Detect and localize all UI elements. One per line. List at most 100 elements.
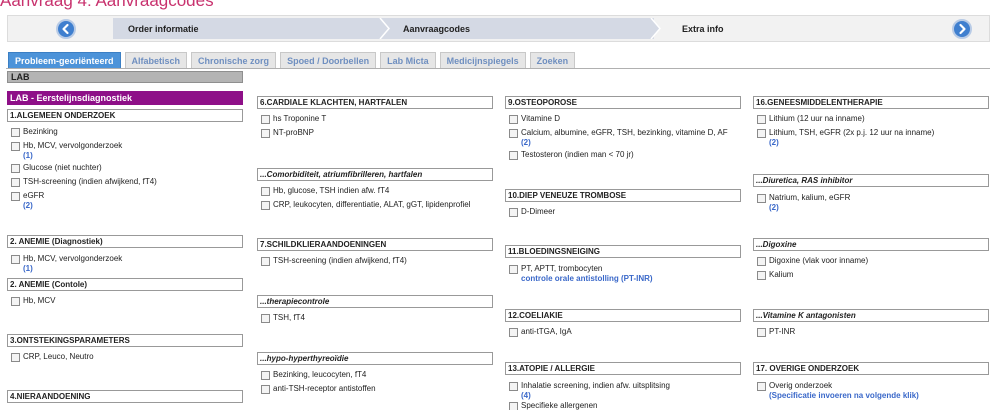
- test-checkbox-item[interactable]: Kalium: [757, 270, 793, 280]
- checkbox[interactable]: [261, 314, 270, 323]
- count-link[interactable]: (2): [769, 138, 934, 147]
- checkbox[interactable]: [11, 255, 20, 264]
- checkbox[interactable]: [11, 178, 20, 187]
- checkbox[interactable]: [757, 129, 766, 138]
- section-header: 12.COELIAKIE: [505, 309, 741, 322]
- test-checkbox-item[interactable]: Natrium, kalium, eGFR (2): [757, 193, 850, 212]
- checkbox[interactable]: [757, 271, 766, 280]
- checkbox[interactable]: [757, 328, 766, 337]
- test-checkbox-item[interactable]: Lithium (12 uur na inname): [757, 114, 865, 124]
- test-checkbox-item[interactable]: Glucose (niet nuchter): [11, 163, 102, 173]
- tab-chronische-zorg[interactable]: Chronische zorg: [191, 52, 277, 68]
- test-checkbox-item[interactable]: CRP, leukocyten, differentiatie, ALAT, g…: [261, 200, 470, 210]
- test-checkbox-item[interactable]: Calcium, albumine, eGFR, TSH, bezinking,…: [509, 128, 728, 147]
- wizard-step-extra-info[interactable]: Extra info: [654, 18, 973, 39]
- checkbox[interactable]: [11, 142, 20, 151]
- tab-medicijnspiegels[interactable]: Medicijnspiegels: [439, 52, 526, 68]
- test-checkbox-item[interactable]: Specifieke allergenen: [509, 401, 598, 410]
- section-header: 3.ONTSTEKINGSPARAMETERS: [7, 334, 243, 347]
- item-label: CRP, leukocyten, differentiatie, ALAT, g…: [273, 200, 471, 209]
- test-checkbox-item[interactable]: D-Dimeer: [509, 207, 555, 217]
- test-checkbox-item[interactable]: PT, APTT, trombocyten controle orale anti…: [509, 264, 653, 283]
- test-checkbox-item[interactable]: TSH-screening (indien afwijkend, fT4): [11, 177, 157, 187]
- test-checkbox-item[interactable]: Hb, MCV: [11, 296, 55, 306]
- checkbox[interactable]: [757, 194, 766, 203]
- checkbox[interactable]: [261, 129, 270, 138]
- test-checkbox-item[interactable]: Hb, glucose, TSH indien afw. fT4: [261, 186, 389, 196]
- tab-probleem-georienteerd[interactable]: Probleem-georiënteerd: [8, 52, 121, 68]
- checkbox[interactable]: [509, 328, 518, 337]
- checkbox[interactable]: [11, 297, 20, 306]
- checkbox[interactable]: [11, 128, 20, 137]
- test-checkbox-item[interactable]: Testosteron (indien man < 70 jr): [509, 150, 634, 160]
- checkbox[interactable]: [261, 371, 270, 380]
- wizard-step-aanvraagcodes[interactable]: Aanvraagcodes: [383, 18, 654, 39]
- test-checkbox-item[interactable]: Bezinking, leucocyten, fT4: [261, 370, 366, 380]
- count-link[interactable]: (1): [23, 151, 122, 160]
- test-checkbox-item[interactable]: Vitamine D: [509, 114, 560, 124]
- test-checkbox-item[interactable]: Hb, MCV, vervolgonderzoek (1): [11, 141, 122, 160]
- checkbox[interactable]: [261, 257, 270, 266]
- test-checkbox-item[interactable]: anti-TSH-receptor antistoffen: [261, 384, 376, 394]
- checkbox[interactable]: [509, 115, 518, 124]
- wizard-bar: Order informatie Aanvraagcodes Extra inf…: [7, 15, 990, 42]
- antistolling-link[interactable]: controle orale antistolling (PT-INR): [521, 274, 653, 283]
- checkbox[interactable]: [509, 151, 518, 160]
- count-link[interactable]: (4): [521, 391, 670, 400]
- test-checkbox-item[interactable]: Digoxine (vlak voor inname): [757, 256, 868, 266]
- checkbox[interactable]: [757, 382, 766, 391]
- test-checkbox-item[interactable]: Inhalatie screening, indien afw. uitspli…: [509, 381, 670, 400]
- item-label: Specifieke allergenen: [521, 401, 598, 410]
- tab-zoeken[interactable]: Zoeken: [529, 52, 576, 68]
- test-checkbox-item[interactable]: TSH, fT4: [261, 313, 305, 323]
- section-header: ...Diuretica, RAS inhibitor: [753, 174, 989, 187]
- count-link[interactable]: (2): [23, 201, 44, 210]
- checkbox[interactable]: [509, 402, 518, 410]
- item-label: D-Dimeer: [521, 207, 556, 216]
- tab-alfabetisch[interactable]: Alfabetisch: [124, 52, 188, 68]
- checkbox[interactable]: [509, 129, 518, 138]
- checkbox[interactable]: [11, 192, 20, 201]
- lab-header: LAB: [7, 71, 243, 83]
- item-label: Bezinking: [23, 127, 58, 136]
- checkbox[interactable]: [509, 208, 518, 217]
- section-header: 9.OSTEOPOROSE: [505, 96, 741, 109]
- test-checkbox-item[interactable]: NT-proBNP: [261, 128, 314, 138]
- specificatie-link[interactable]: (Specificatie invoeren na volgende klik): [769, 391, 919, 400]
- item-label: Bezinking, leucocyten, fT4: [273, 370, 367, 379]
- test-checkbox-item[interactable]: eGFR (2): [11, 191, 44, 210]
- arrow-right-icon[interactable]: [952, 19, 972, 39]
- checkbox[interactable]: [261, 201, 270, 210]
- count-link[interactable]: (2): [769, 203, 850, 212]
- checkbox[interactable]: [509, 382, 518, 391]
- test-checkbox-item[interactable]: Overig onderzoek (Specificatie invoeren n…: [757, 381, 919, 400]
- checkbox[interactable]: [509, 265, 518, 274]
- test-checkbox-item[interactable]: TSH-screening (indien afwijkend, fT4): [261, 256, 407, 266]
- test-checkbox-item[interactable]: anti-tTGA, IgA: [509, 327, 572, 337]
- tab-divider: [6, 68, 990, 69]
- test-checkbox-item[interactable]: CRP, Leuco, Neutro: [11, 352, 94, 362]
- tab-spoed-doorbellen[interactable]: Spoed / Doorbellen: [280, 52, 377, 68]
- checkbox[interactable]: [757, 257, 766, 266]
- checkbox[interactable]: [11, 164, 20, 173]
- checkbox[interactable]: [757, 115, 766, 124]
- item-label: eGFR: [23, 191, 45, 200]
- item-label: Calcium, albumine, eGFR, TSH, bezinking,…: [521, 128, 728, 137]
- checkbox[interactable]: [261, 187, 270, 196]
- test-checkbox-item[interactable]: PT-INR: [757, 327, 795, 337]
- checkbox[interactable]: [261, 115, 270, 124]
- test-checkbox-item[interactable]: Hb, MCV, vervolgonderzoek (1): [11, 254, 122, 273]
- arrow-left-icon[interactable]: [56, 19, 76, 39]
- section-header: ...Vitamine K antagonisten: [753, 309, 989, 322]
- tab-lab-micta[interactable]: Lab Micta: [380, 52, 436, 68]
- test-checkbox-item[interactable]: hs Troponine T: [261, 114, 326, 124]
- count-link[interactable]: (2): [521, 138, 728, 147]
- checkbox[interactable]: [11, 353, 20, 362]
- checkbox[interactable]: [261, 385, 270, 394]
- count-link[interactable]: (1): [23, 264, 122, 273]
- item-label: NT-proBNP: [273, 128, 314, 137]
- wizard-step-order-informatie[interactable]: Order informatie: [113, 18, 383, 39]
- lab-eerstelijns-header: LAB - Eerstelijnsdiagnostiek: [7, 91, 243, 105]
- test-checkbox-item[interactable]: Bezinking: [11, 127, 58, 137]
- test-checkbox-item[interactable]: Lithium, TSH, eGFR (2x p.j. 12 uur na in…: [757, 128, 934, 147]
